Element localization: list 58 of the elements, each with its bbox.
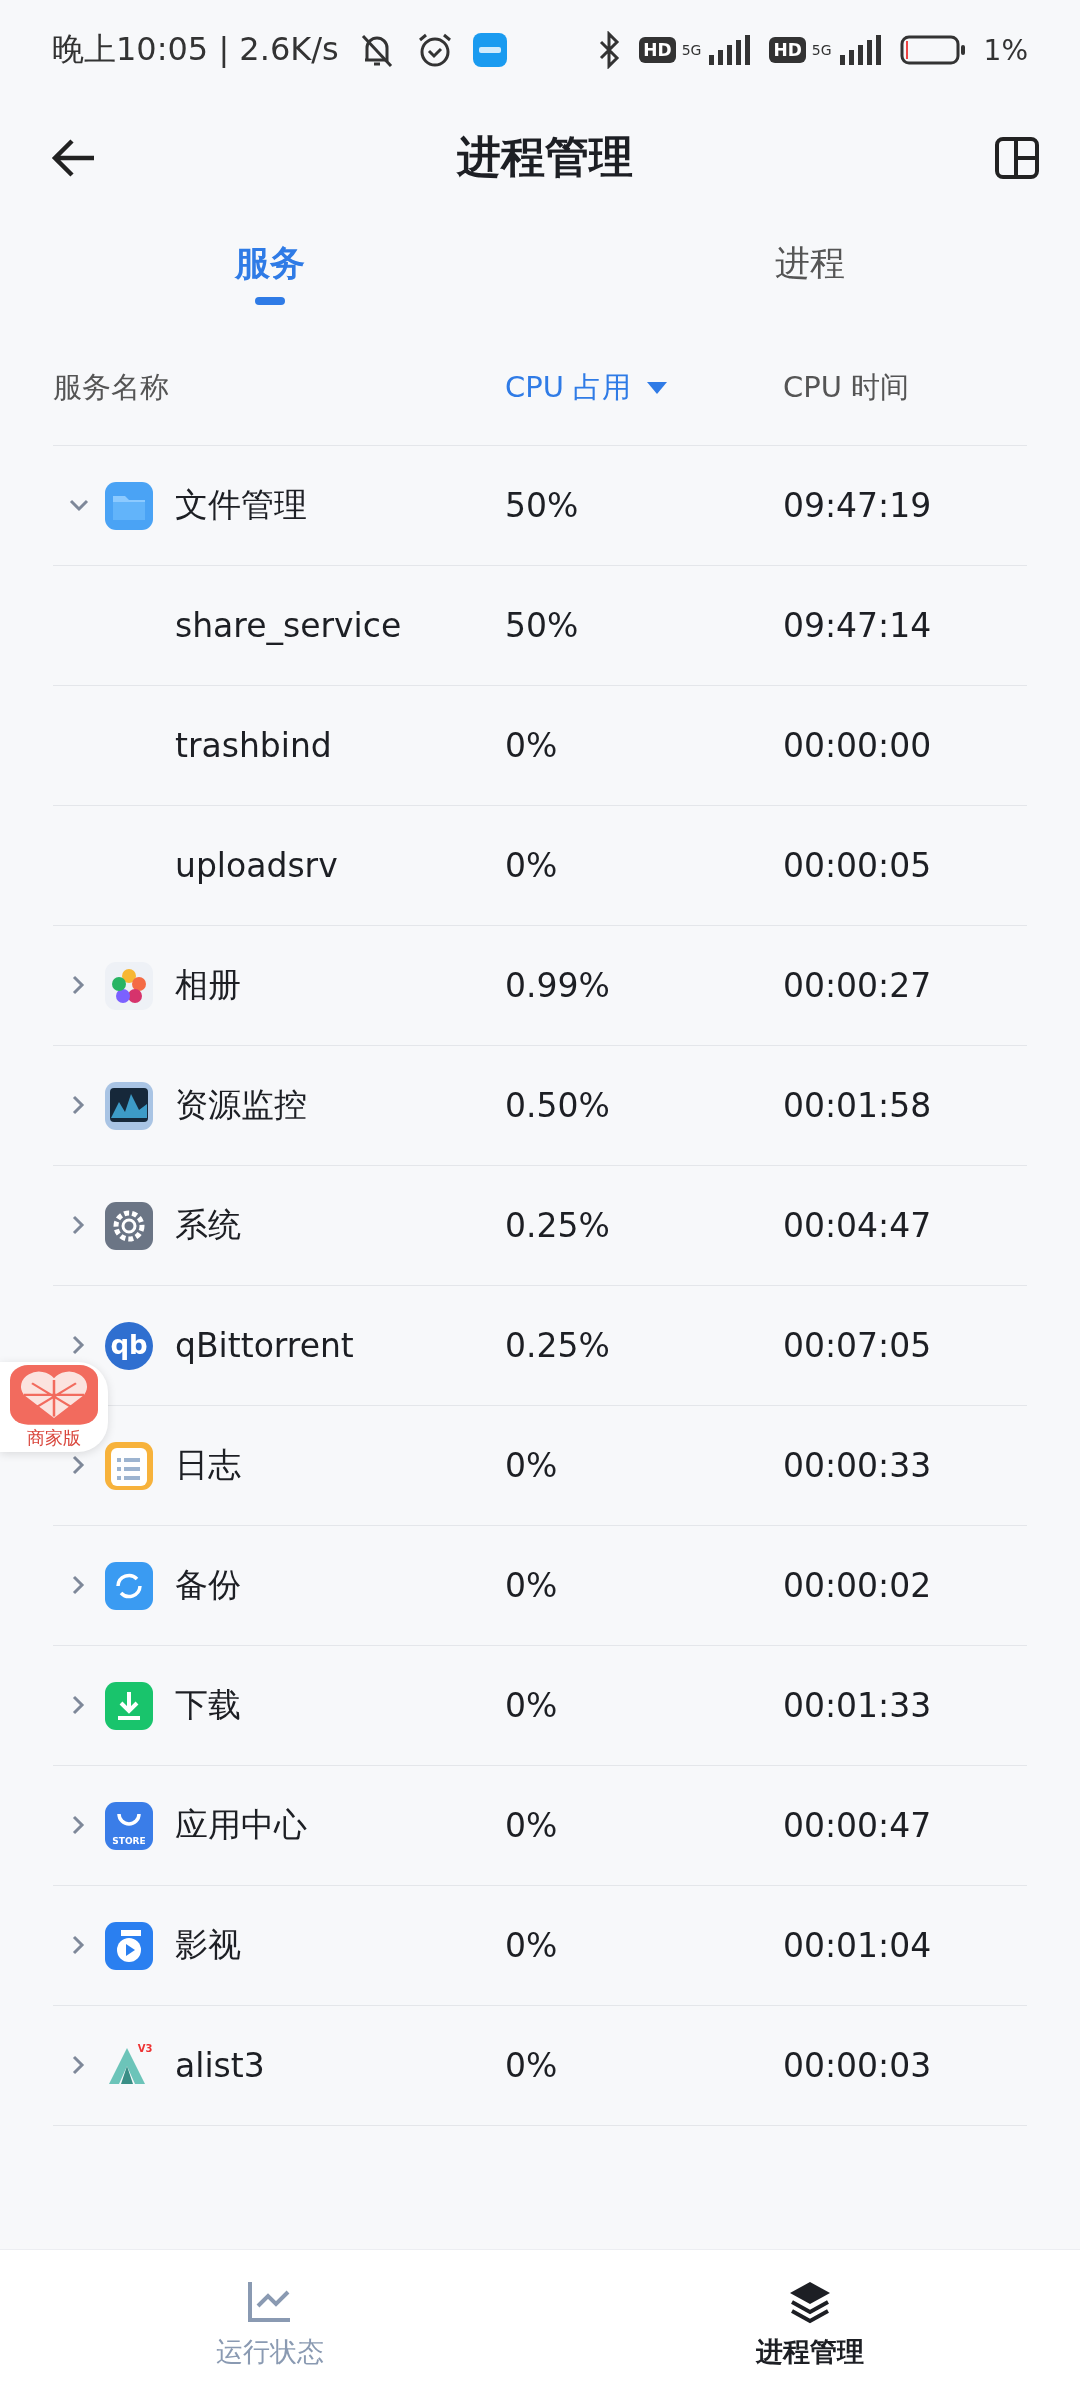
cpu-time: 00:07:05 — [783, 1326, 933, 1365]
hd-badge: HD — [639, 37, 676, 63]
qb-logo-icon: qb — [105, 1321, 153, 1370]
service-name: qBittorrent — [175, 1326, 354, 1365]
service-name: 相册 — [175, 964, 241, 1006]
network-type: 5G — [681, 42, 702, 58]
tab[interactable]: 进程 — [540, 215, 1080, 330]
cpu-usage: 0.50% — [505, 1086, 611, 1125]
cpu-time: 00:00:00 — [783, 726, 933, 765]
tab[interactable]: 服务 — [0, 215, 540, 330]
cpu-usage: 0.99% — [505, 966, 611, 1005]
battery-percent: 1% — [983, 33, 1028, 67]
status-time: 晚上10:05 | 2.6K/s — [52, 29, 339, 70]
floating-widget[interactable]: 商家版 — [0, 1362, 108, 1452]
cpu-time: 00:00:02 — [783, 1566, 933, 1605]
cpu-usage: 0% — [505, 1566, 559, 1605]
service-name: 应用中心 — [175, 1804, 307, 1846]
store-bag-icon: STORE — [105, 1801, 153, 1850]
cpu-usage: 0% — [505, 1926, 559, 1965]
column-header[interactable]: 服务名称 — [53, 369, 169, 404]
cpu-time: 00:04:47 — [783, 1206, 933, 1245]
cpu-time: 00:01:33 — [783, 1686, 933, 1725]
cpu-time: 00:00:27 — [783, 966, 933, 1005]
cpu-usage: 0% — [505, 846, 559, 885]
column-header[interactable]: CPU 占用 — [505, 367, 632, 408]
hd-badge: HD — [769, 37, 806, 63]
service-name: share_service — [175, 606, 402, 645]
cpu-time: 00:00:03 — [783, 2046, 933, 2085]
cpu-usage: 0% — [505, 1806, 559, 1845]
cpu-time: 00:01:04 — [783, 1926, 933, 1965]
cpu-time: 00:00:05 — [783, 846, 933, 885]
cpu-time: 00:00:47 — [783, 1806, 933, 1845]
cpu-usage: 0.25% — [505, 1206, 611, 1245]
cpu-time: 09:47:19 — [783, 486, 933, 525]
cpu-usage: 0% — [505, 1446, 559, 1485]
network-type: 5G — [811, 42, 832, 58]
cpu-usage: 50% — [505, 606, 580, 645]
cpu-usage: 0.25% — [505, 1326, 611, 1365]
service-name: 影视 — [175, 1924, 241, 1966]
service-name: 备份 — [175, 1564, 241, 1606]
service-name: 文件管理 — [175, 484, 307, 526]
cpu-time: 09:47:14 — [783, 606, 933, 645]
service-name: alist3 — [175, 2046, 265, 2085]
service-name: 日志 — [175, 1444, 241, 1486]
cpu-usage: 0% — [505, 1686, 559, 1725]
cpu-time: 00:01:58 — [783, 1086, 933, 1125]
nav-tab[interactable]: 进程管理 — [540, 2250, 1080, 2400]
cpu-usage: 0% — [505, 2046, 559, 2085]
service-name: trashbind — [175, 726, 332, 765]
service-name: uploadsrv — [175, 846, 338, 885]
column-header[interactable]: CPU 时间 — [783, 369, 910, 404]
cpu-usage: 50% — [505, 486, 580, 525]
cpu-time: 00:00:33 — [783, 1446, 933, 1485]
service-name: 资源监控 — [175, 1084, 307, 1126]
cpu-usage: 0% — [505, 726, 559, 765]
page-title: 进程管理 — [455, 130, 634, 184]
service-name: 系统 — [175, 1204, 241, 1246]
service-name: 下载 — [175, 1684, 241, 1726]
